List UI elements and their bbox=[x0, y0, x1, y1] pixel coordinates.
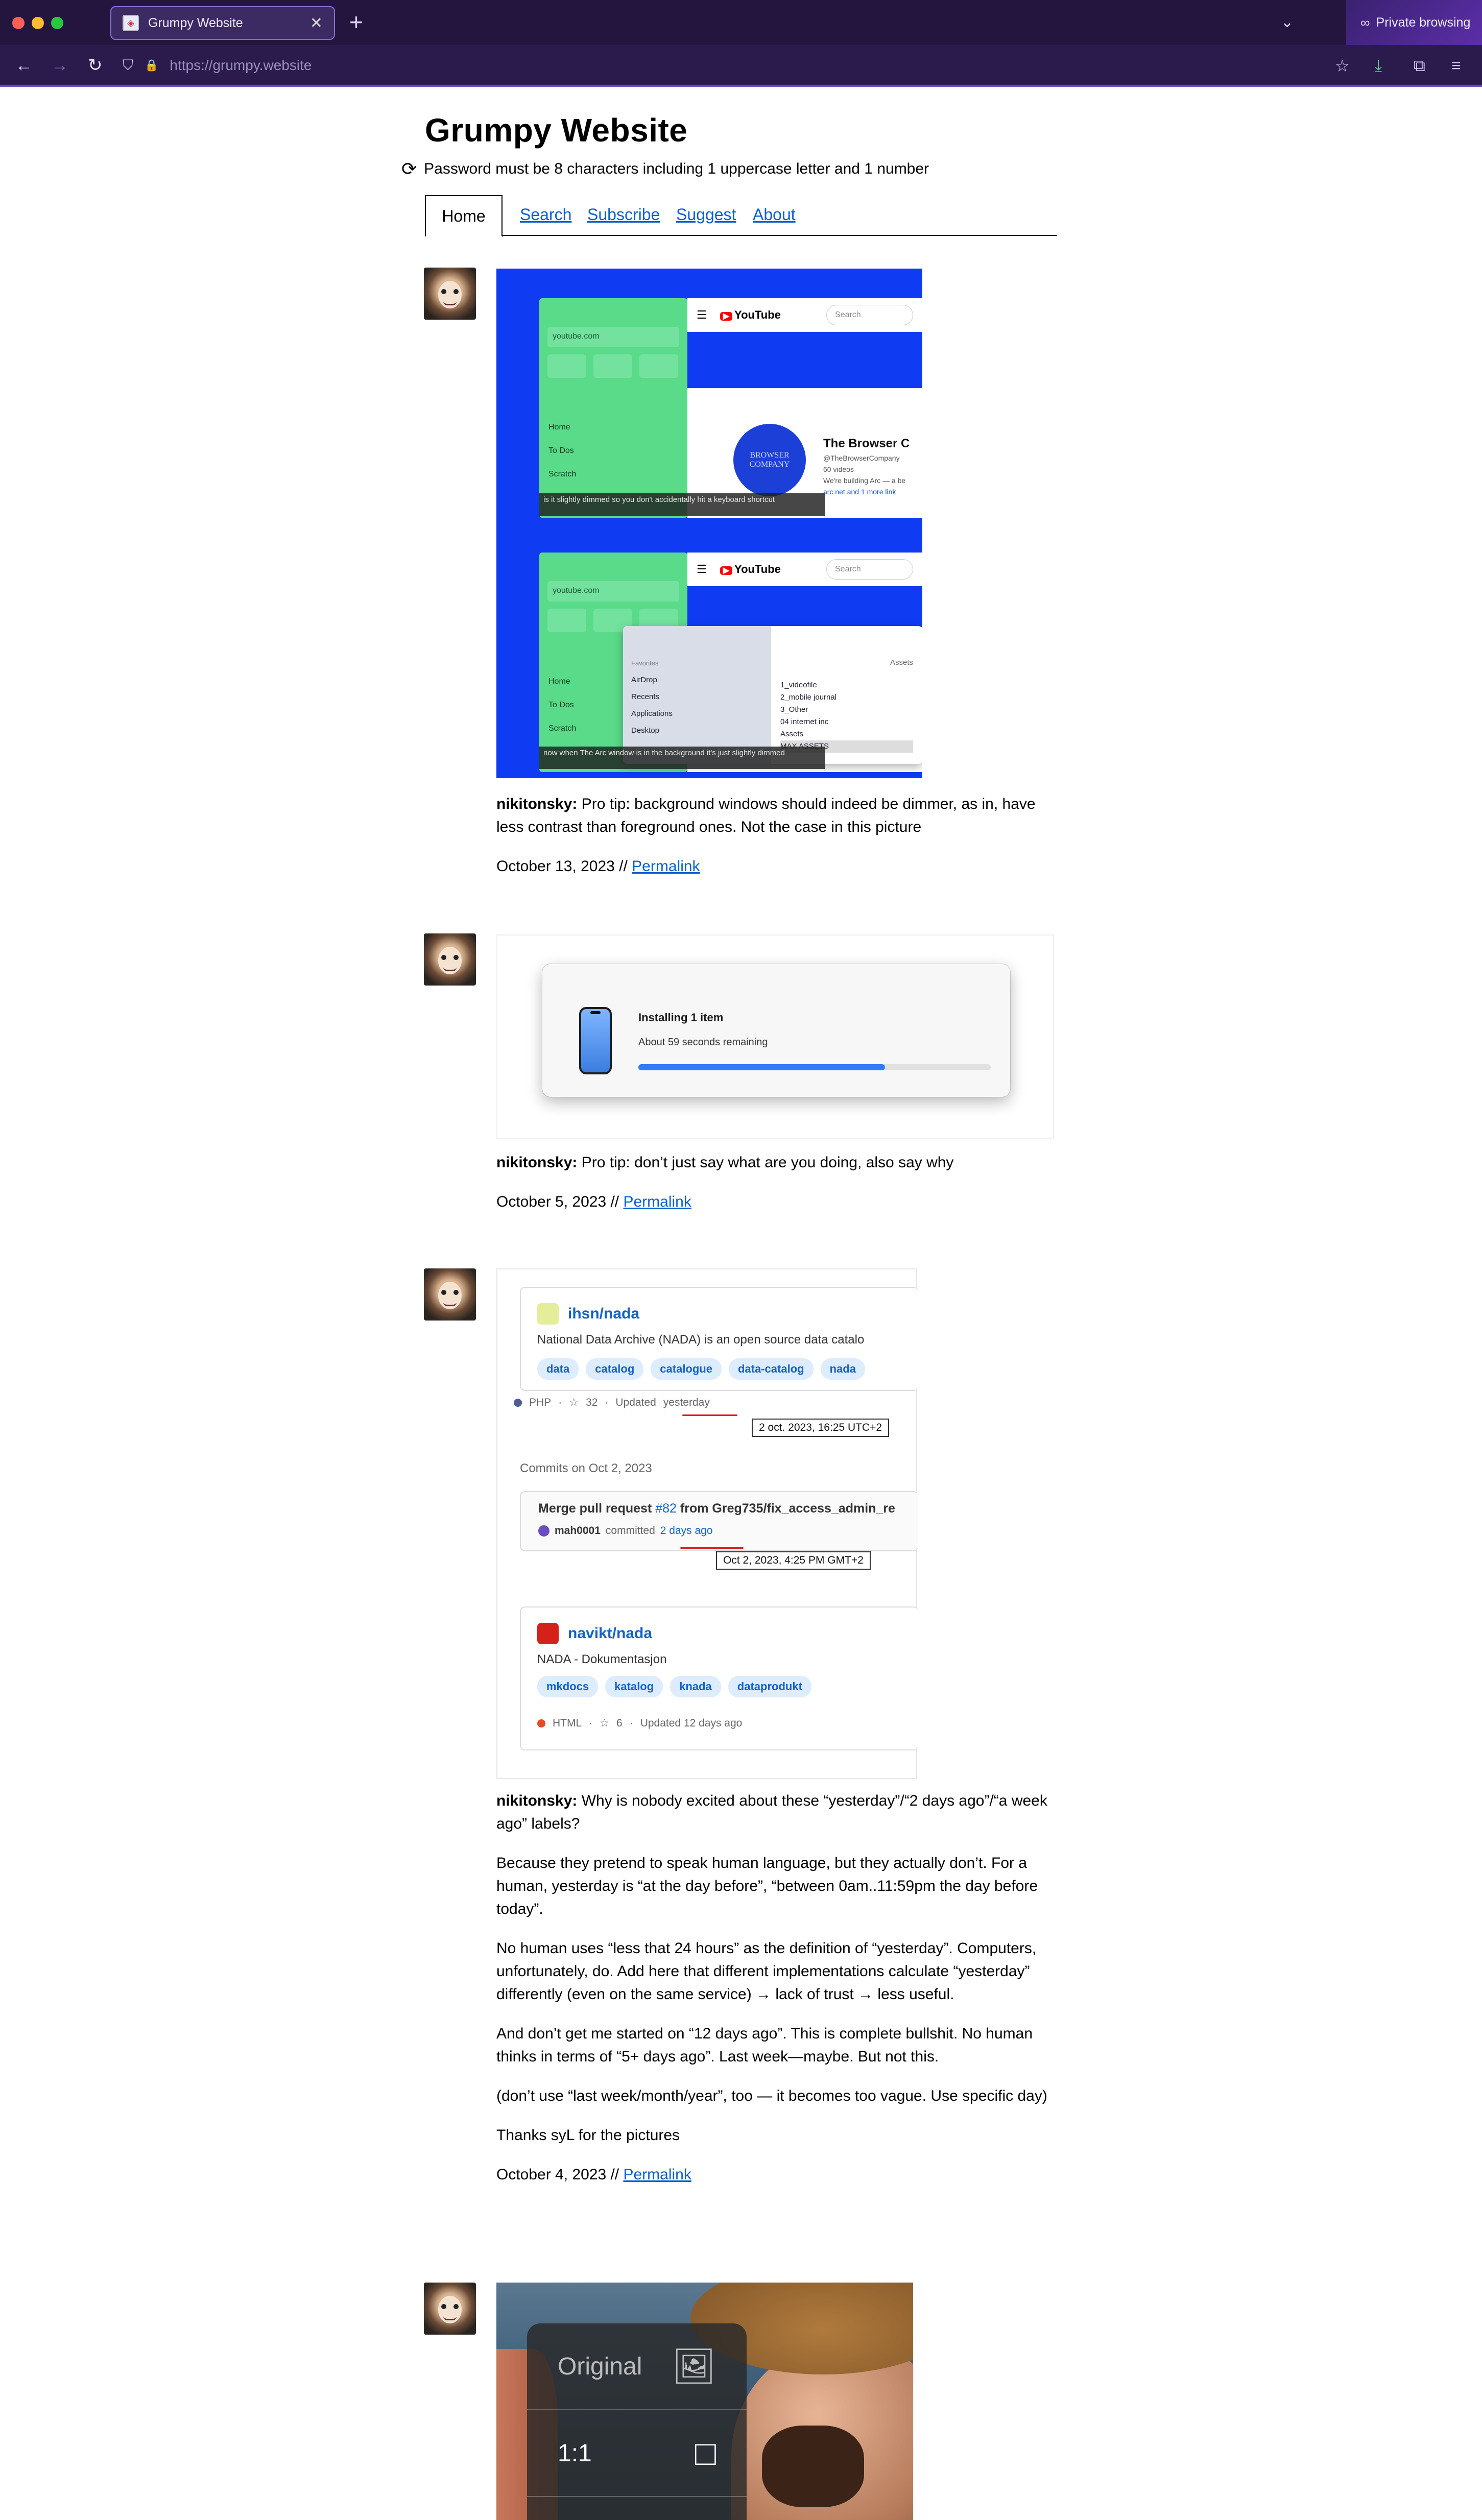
install-progress-fill bbox=[638, 1064, 885, 1070]
site-favicon-icon: ◈ bbox=[123, 15, 139, 31]
tab-title: Grumpy Website bbox=[148, 15, 243, 30]
permalink-link[interactable]: Permalink bbox=[623, 2166, 691, 2183]
back-button[interactable]: ← bbox=[15, 54, 33, 77]
post-image-installing[interactable]: Installing 1 item About 59 seconds remai… bbox=[496, 934, 1054, 1139]
install-progress-bar bbox=[638, 1064, 991, 1070]
repo-meta-ihsn: PHP · ☆ 32 · Updated yesterday bbox=[514, 1396, 710, 1409]
post-2-text: nikitonsky: Pro tip: don’t just say what… bbox=[496, 1151, 1058, 1230]
commit-row: Merge pull request #82 from Greg735/fix_… bbox=[520, 1491, 918, 1551]
repo-card-ihsn: ihsn/nada National Data Archive (NADA) i… bbox=[520, 1287, 918, 1391]
page-content: Grumpy Website ⟳ Password must be 8 char… bbox=[0, 87, 1482, 2520]
arc-window-top: youtube.com Home To Dos Scratch bbox=[539, 298, 687, 518]
iphone-icon bbox=[579, 1007, 612, 1074]
red-underline bbox=[682, 1414, 737, 1416]
window-controls bbox=[12, 17, 63, 29]
post-body: Pro tip: don’t just say what are you doi… bbox=[581, 1154, 954, 1171]
sync-icon: ⟳ bbox=[401, 158, 417, 179]
post-author[interactable]: nikitonsky: bbox=[496, 1154, 577, 1171]
downloads-icon[interactable]: ⤓ bbox=[1375, 56, 1382, 76]
private-browsing-indicator: ∞ Private browsing bbox=[1346, 0, 1482, 45]
caption-top: is it slightly dimmed so you don't accid… bbox=[539, 493, 825, 516]
post-paragraph: (don’t use “last week/month/year”, too —… bbox=[496, 2087, 1047, 2104]
caption-bottom: now when The Arc window is in the backgr… bbox=[539, 747, 825, 769]
tracking-shield-icon[interactable]: ⛉ bbox=[123, 57, 133, 74]
url-bar[interactable]: ⛉ 🔒 https://grumpy.website bbox=[123, 52, 1348, 79]
password-notice: ⟳ Password must be 8 characters includin… bbox=[401, 158, 929, 180]
site-nav: Home Search Subscribe Suggest About bbox=[425, 195, 1057, 237]
extensions-icon[interactable]: ⧉ bbox=[1414, 56, 1425, 76]
post-author[interactable]: nikitonsky: bbox=[496, 796, 577, 812]
repo-card-navikt: navikt/nada NADA - Dokumentasjon mkdocs k… bbox=[520, 1606, 918, 1750]
post-paragraph: Thanks syL for the pictures bbox=[496, 2127, 680, 2144]
post-paragraph: Because they pretend to speak human lang… bbox=[496, 1855, 1038, 1917]
nav-subscribe-link[interactable]: Subscribe bbox=[587, 205, 660, 224]
nav-about-link[interactable]: About bbox=[753, 205, 796, 224]
crop-menu: Original 🖼 1:1 □ bbox=[527, 2323, 747, 2520]
post-3-text: nikitonsky: Why is nobody excited about … bbox=[496, 1789, 1058, 2202]
url-text[interactable]: https://grumpy.website bbox=[170, 57, 312, 74]
image-icon: 🖼 bbox=[672, 2347, 716, 2386]
active-tab[interactable]: ◈ Grumpy Website ✕ bbox=[110, 6, 335, 40]
crop-option-square: 1:1 □ bbox=[527, 2410, 747, 2497]
post-image-relative-dates[interactable]: ihsn/nada National Data Archive (NADA) i… bbox=[496, 1268, 918, 1779]
finder-window: Favorites AirDrop Recents Applications Des… bbox=[623, 626, 922, 764]
install-dialog: Installing 1 item About 59 seconds remai… bbox=[542, 964, 1010, 1097]
reload-button[interactable]: ↻ bbox=[88, 54, 103, 77]
red-underline bbox=[680, 1547, 744, 1549]
site-title[interactable]: Grumpy Website bbox=[425, 111, 687, 149]
tab-bar: ◈ Grumpy Website ✕ + ⌄ ∞ Private browsin… bbox=[0, 0, 1482, 45]
post-paragraph: And don’t get me started on “12 days ago… bbox=[496, 2025, 1033, 2065]
post-date: October 4, 2023 // bbox=[496, 2166, 624, 2183]
post-date: October 13, 2023 // bbox=[496, 858, 632, 875]
crop-option-original: Original 🖼 bbox=[527, 2323, 747, 2410]
post-author[interactable]: nikitonsky: bbox=[496, 1792, 577, 1809]
channel-header: BROWSER COMPANY The Browser C @TheBrowse… bbox=[731, 422, 910, 498]
tab-list-chevron-icon[interactable]: ⌄ bbox=[1281, 13, 1294, 31]
author-avatar[interactable] bbox=[424, 1268, 476, 1321]
nav-suggest-link[interactable]: Suggest bbox=[676, 205, 736, 224]
navigation-toolbar: ← → ↻ ⛉ 🔒 https://grumpy.website ☆ ⤓ ⧉ ≡ bbox=[0, 45, 1482, 87]
date-tooltip-2: Oct 2, 2023, 4:25 PM GMT+2 bbox=[716, 1551, 871, 1570]
relative-date-yesterday: yesterday bbox=[663, 1396, 710, 1408]
permalink-link[interactable]: Permalink bbox=[632, 858, 700, 875]
lock-icon[interactable]: 🔒 bbox=[145, 59, 158, 72]
minimize-window-button[interactable] bbox=[32, 17, 44, 29]
private-mask-icon: ∞ bbox=[1360, 14, 1370, 30]
nav-search-link[interactable]: Search bbox=[520, 205, 571, 224]
post-body: Why is nobody excited about these “yeste… bbox=[496, 1792, 1047, 1832]
author-avatar[interactable] bbox=[424, 2283, 476, 2335]
author-avatar[interactable] bbox=[424, 268, 476, 320]
password-notice-text: Password must be 8 characters including … bbox=[424, 160, 929, 177]
post-body: Pro tip: background windows should indee… bbox=[496, 796, 1036, 835]
forward-button[interactable]: → bbox=[51, 54, 68, 77]
post-image-crop-menu[interactable]: Original 🖼 1:1 □ bbox=[496, 2283, 913, 2520]
post-paragraph: No human uses “less that 24 hours” as th… bbox=[496, 1940, 1037, 2003]
date-tooltip-1: 2 oct. 2023, 16:25 UTC+2 bbox=[752, 1419, 890, 1437]
install-subtitle: About 59 seconds remaining bbox=[638, 1037, 768, 1048]
post-date: October 5, 2023 // bbox=[496, 1193, 624, 1210]
author-avatar[interactable] bbox=[424, 933, 476, 986]
post-image-arc-dimming[interactable]: youtube.com Home To Dos Scratch ☰ ▶ YouTube S… bbox=[496, 269, 922, 778]
zoom-window-button[interactable] bbox=[51, 17, 63, 29]
private-browsing-label: Private browsing bbox=[1376, 15, 1471, 30]
tab-close-icon[interactable]: ✕ bbox=[310, 14, 323, 32]
tab-home[interactable]: Home bbox=[425, 195, 503, 237]
square-icon: □ bbox=[695, 2434, 716, 2473]
new-tab-button[interactable]: + bbox=[349, 8, 363, 36]
permalink-link[interactable]: Permalink bbox=[623, 1193, 691, 1210]
post-1-text: nikitonsky: Pro tip: background windows … bbox=[496, 793, 1058, 894]
app-menu-icon[interactable]: ≡ bbox=[1451, 56, 1461, 75]
commits-header: Commits on Oct 2, 2023 bbox=[520, 1461, 652, 1475]
bookmark-star-icon[interactable]: ☆ bbox=[1335, 56, 1350, 76]
install-heading: Installing 1 item bbox=[638, 1011, 724, 1024]
arc-sidebar-list: Home To Dos Scratch bbox=[548, 423, 577, 478]
arc-url-field: youtube.com bbox=[547, 327, 679, 347]
close-window-button[interactable] bbox=[12, 17, 25, 29]
